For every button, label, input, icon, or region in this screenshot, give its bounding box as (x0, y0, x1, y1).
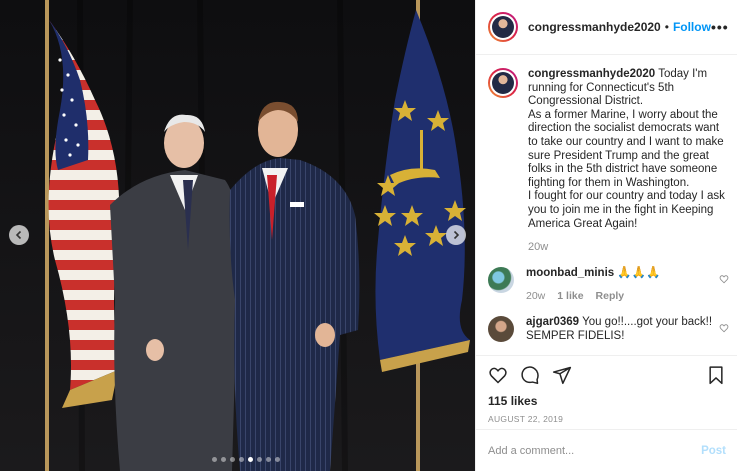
carousel-dot (212, 457, 217, 462)
avatar[interactable] (488, 12, 518, 42)
post-header: congressmanhyde2020 • Follow ••• (476, 0, 737, 55)
reply-button[interactable]: Reply (596, 290, 625, 304)
heart-icon[interactable] (719, 323, 729, 333)
caption: congressmanhyde2020 Today I'm running fo… (476, 56, 737, 255)
post-comment-button[interactable]: Post (701, 445, 726, 457)
photo-scene (0, 0, 475, 471)
more-icon[interactable]: ••• (711, 19, 729, 35)
heart-icon[interactable] (719, 274, 729, 284)
comment-icon[interactable] (520, 365, 540, 385)
caption-username[interactable]: congressmanhyde2020 (528, 68, 655, 80)
comment-username[interactable]: moonbad_minis (526, 267, 614, 279)
carousel-prev-button[interactable] (9, 225, 29, 245)
caption-text: Today I'm running for Connecticut's 5th … (528, 68, 725, 230)
caption-avatar[interactable] (488, 68, 518, 98)
carousel-next-button[interactable] (446, 225, 466, 245)
comment-item: ajgar0369 You go!!....got your back!! SE… (476, 304, 737, 343)
carousel-dot (266, 457, 271, 462)
header-username[interactable]: congressmanhyde2020 (528, 20, 661, 34)
post-photo[interactable] (0, 0, 475, 471)
carousel-dot (239, 457, 244, 462)
comments-list[interactable]: congressmanhyde2020 Today I'm running fo… (476, 56, 737, 354)
comment-text: 🙏🙏🙏 (617, 266, 661, 279)
carousel-dot (248, 457, 253, 462)
heart-icon[interactable] (488, 365, 508, 385)
comment-likes[interactable]: 1 like (557, 290, 583, 304)
follow-button[interactable]: Follow (673, 20, 711, 34)
share-icon[interactable] (552, 365, 572, 385)
carousel-dot (230, 457, 235, 462)
likes-count[interactable]: 115 likes (488, 394, 726, 408)
comment-age: 20w (526, 290, 546, 303)
post-side-panel: congressmanhyde2020 • Follow ••• congres… (475, 0, 737, 471)
comment-input[interactable] (488, 444, 702, 457)
carousel-dot (221, 457, 226, 462)
chevron-right-icon (453, 230, 460, 240)
carousel-indicator (212, 457, 280, 462)
comment-composer: Post (476, 429, 737, 471)
carousel-dot (257, 457, 262, 462)
header-separator: • (664, 20, 669, 34)
comment-username[interactable]: ajgar0369 (526, 316, 579, 328)
commenter-avatar[interactable] (488, 315, 514, 342)
commenter-avatar[interactable] (488, 266, 514, 293)
caption-age: 20w (528, 241, 549, 254)
carousel-dot (275, 457, 280, 462)
bookmark-icon[interactable] (706, 365, 726, 385)
post-actions: 115 likes AUGUST 22, 2019 (476, 355, 737, 424)
comment-item: moonbad_minis 🙏🙏🙏 20w 1 like Reply (476, 255, 737, 304)
post-date: AUGUST 22, 2019 (488, 414, 564, 424)
chevron-left-icon (15, 230, 22, 240)
